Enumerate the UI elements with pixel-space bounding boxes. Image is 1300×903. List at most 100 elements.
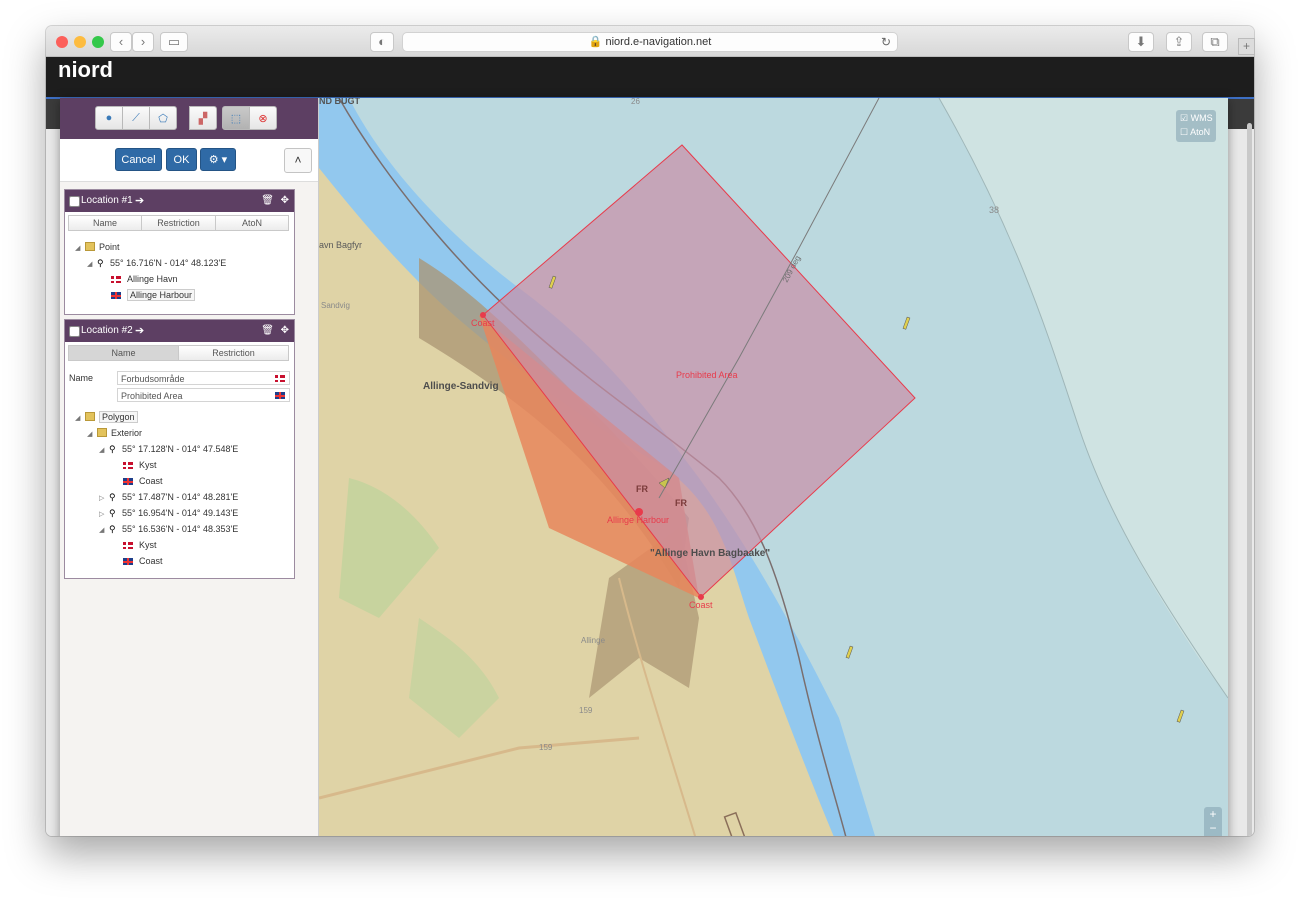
move-icon[interactable]: ✥ [281, 190, 289, 212]
danish-flag-icon [123, 462, 133, 469]
tree-node-polygon[interactable]: ◢ Polygon [75, 410, 138, 424]
trash-icon[interactable]: 🗑 [261, 320, 274, 342]
tab-aton[interactable]: AtoN [215, 215, 289, 231]
map-marker-icon: ⚲ [109, 524, 116, 534]
allinge-small-label: Allinge [581, 636, 606, 645]
tab-name[interactable]: Name [68, 215, 142, 231]
tree-node-coord[interactable]: ◢ ⚲ 55° 16.716'N - 014° 48.123'E [87, 256, 226, 270]
zoom-in-button[interactable]: + [1204, 807, 1222, 821]
tree-node-point-3[interactable]: ▷ ⚲ 55° 16.954'N - 014° 49.143'E [99, 506, 238, 520]
gear-icon: ⚙ ▾ [208, 154, 228, 166]
forward-icon[interactable]: › [132, 32, 154, 52]
browser-window: ‹ › ▭ ◐ 🔒 niord.e-navigation.net ↻ ⬇ ⇪ ⧉… [46, 26, 1254, 836]
delete-feature-icon[interactable]: ⊗ [249, 106, 277, 130]
map-tools-toolbar: ● ⟋ ⬠ ▞ ⬚ ⊗ [60, 98, 318, 139]
download-icon[interactable]: ⬇ [1128, 32, 1154, 52]
location-1-checkbox[interactable] [69, 196, 80, 207]
trash-icon[interactable]: 🗑 [261, 190, 274, 212]
share-icon[interactable]: ⇪ [1166, 32, 1192, 52]
tabs-overview-icon[interactable]: ⧉ [1202, 32, 1228, 52]
privacy-icon[interactable]: ◐ [370, 32, 394, 52]
draw-line-icon[interactable]: ⟋ [122, 106, 150, 130]
ok-button[interactable]: OK [166, 148, 197, 171]
layer-wms[interactable]: ☑ WMS [1180, 113, 1213, 124]
uk-flag-icon [123, 478, 133, 485]
light-label-fr-1: FR [636, 484, 648, 494]
tab-restriction[interactable]: Restriction [178, 345, 289, 361]
cancel-button[interactable]: Cancel [115, 148, 162, 171]
location-2-title: Location #2 [81, 325, 133, 336]
name-label: Name [69, 373, 94, 383]
name-field-en[interactable]: Prohibited Area [117, 388, 290, 402]
site-header: niord [46, 57, 1254, 99]
tab-restriction[interactable]: Restriction [141, 215, 216, 231]
browser-titlebar: ‹ › ▭ ◐ 🔒 niord.e-navigation.net ↻ ⬇ ⇪ ⧉ [46, 26, 1254, 57]
tree-node-point-2[interactable]: ▷ ⚲ 55° 17.487'N - 014° 48.281'E [99, 490, 238, 504]
tree-node-name-da[interactable]: Allinge Havn [111, 272, 178, 286]
draw-polygon-icon[interactable]: ⬠ [149, 106, 177, 130]
settings-dropdown-button[interactable]: ⚙ ▾ [200, 148, 236, 171]
zoom-window-button[interactable] [92, 36, 104, 48]
close-window-button[interactable] [56, 36, 68, 48]
uk-flag-icon [111, 292, 121, 299]
folder-icon [97, 428, 107, 437]
lock-icon: 🔒 [588, 36, 603, 48]
address-bar[interactable]: 🔒 niord.e-navigation.net ↻ [402, 32, 898, 52]
danish-flag-icon [275, 375, 285, 382]
minimize-window-button[interactable] [74, 36, 86, 48]
new-tab-button[interactable]: + [1238, 38, 1255, 55]
tree-node-point-4[interactable]: ◢ ⚲ 55° 16.536'N - 014° 48.353'E [99, 522, 238, 536]
tree-node-point[interactable]: ◢ Point [75, 240, 120, 254]
layer-aton[interactable]: ☐ AtoN [1180, 127, 1210, 138]
location-2-card: Location #2 ➔ 🗑 ✥ Name Restriction Name … [64, 319, 295, 579]
zoom-controls: + − [1204, 807, 1222, 836]
arrow-right-icon[interactable]: ➔ [135, 320, 144, 342]
location-1-title: Location #1 [81, 195, 133, 206]
dialog-actions: Cancel OK ⚙ ▾ ˄ [60, 139, 318, 182]
location-1-card: Location #1 ➔ 🗑 ✥ Name Restriction AtoN … [64, 189, 295, 315]
sidebar-toggle-icon[interactable]: ▭ [160, 32, 188, 52]
tree-node-point-1-da[interactable]: Kyst [123, 458, 157, 472]
road-number-159-b: 159 [539, 743, 553, 752]
uk-flag-icon [123, 558, 133, 565]
url-text: niord.e-navigation.net [605, 36, 712, 48]
tree-node-point-1[interactable]: ◢ ⚲ 55° 17.128'N - 014° 47.548'E [99, 442, 238, 456]
town-label-sandvig: Allinge-Sandvig [423, 381, 499, 392]
sandvig-small-label: Sandvig [321, 301, 350, 310]
tree-node-point-1-en[interactable]: Coast [123, 474, 163, 488]
back-icon[interactable]: ‹ [110, 32, 132, 52]
zoom-out-button[interactable]: − [1204, 821, 1222, 835]
reload-icon[interactable]: ↻ [881, 33, 891, 51]
paint-icon[interactable]: ▞ [189, 106, 217, 130]
name-field-da[interactable]: Forbudsområde [117, 371, 290, 385]
tree-node-exterior[interactable]: ◢ Exterior [87, 426, 142, 440]
tree-node-point-4-en[interactable]: Coast [123, 554, 163, 568]
arrow-right-icon[interactable]: ➔ [135, 190, 144, 212]
map-marker-icon: ⚲ [109, 444, 116, 454]
map-marker-icon: ⚲ [109, 508, 116, 518]
page-content: niord ● ⟋ ⬠ ▞ ⬚ ⊗ Cancel OK ⚙ ▾ ˄ Locati… [46, 57, 1254, 836]
depth-sounding: 38 [989, 205, 999, 215]
site-logo[interactable]: niord [58, 57, 113, 83]
folder-icon [85, 412, 95, 421]
select-feature-icon[interactable]: ⬚ [222, 106, 250, 130]
map-view[interactable]: Prohibited Area Coast Coast Allinge Harb… [319, 98, 1228, 836]
page-scrollbar[interactable] [1247, 123, 1252, 836]
beacon-name-label: "Allinge Havn Bagbaake" [650, 548, 770, 559]
location-editor-panel: ● ⟋ ⬠ ▞ ⬚ ⊗ Cancel OK ⚙ ▾ ˄ Location #1 … [60, 98, 319, 836]
draw-point-icon[interactable]: ● [95, 106, 123, 130]
layer-switcher: ☑ WMS ☐ AtoN [1176, 110, 1216, 142]
tree-node-point-4-da[interactable]: Kyst [123, 538, 157, 552]
location-2-checkbox[interactable] [69, 326, 80, 337]
map-marker-icon: ⚲ [109, 492, 116, 502]
danish-flag-icon [123, 542, 133, 549]
map-marker-icon: ⚲ [97, 258, 104, 268]
location-2-header: Location #2 ➔ 🗑 ✥ [65, 320, 294, 342]
collapse-panel-button[interactable]: ˄ [284, 148, 312, 173]
map-canvas[interactable]: Prohibited Area Coast Coast Allinge Harb… [319, 98, 1228, 836]
road-number-159-a: 159 [579, 706, 593, 715]
prohibited-area-label: Prohibited Area [676, 370, 738, 380]
tab-name[interactable]: Name [68, 345, 179, 361]
move-icon[interactable]: ✥ [281, 320, 289, 342]
tree-node-name-en[interactable]: Allinge Harbour [111, 288, 196, 302]
